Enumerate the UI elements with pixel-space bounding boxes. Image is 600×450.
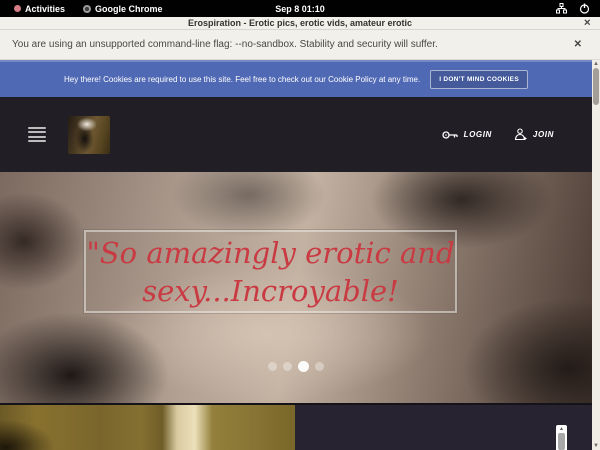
carousel-dot[interactable] — [283, 362, 292, 371]
carousel-dot[interactable] — [315, 362, 324, 371]
thumbnail-image[interactable] — [0, 405, 295, 450]
join-label: JOIN — [533, 130, 554, 139]
scrollbar-down-icon[interactable]: ▼ — [592, 442, 600, 450]
site-logo[interactable] — [68, 116, 110, 154]
menu-icon[interactable] — [28, 127, 46, 142]
webpage: Hey there! Cookies are required to use t… — [0, 60, 592, 450]
infobar-close-button[interactable]: ✕ — [574, 40, 582, 50]
site-header: LOGIN JOIN — [0, 97, 592, 172]
window-title-bar: Erospiration - Erotic pics, erotic vids,… — [0, 17, 600, 30]
carousel-dot[interactable] — [298, 361, 309, 372]
embedded-scrollbar-thumb[interactable] — [558, 433, 565, 450]
cookie-banner: Hey there! Cookies are required to use t… — [0, 60, 592, 97]
add-user-icon — [514, 128, 527, 141]
cookie-message: Hey there! Cookies are required to use t… — [64, 75, 420, 84]
system-top-bar: Sep 8 01:10 Activities Google Chrome — [0, 0, 600, 17]
hero-carousel[interactable]: "So amazingly erotic and sexy...Incroyab… — [0, 172, 592, 403]
page-scrollbar[interactable]: ▲ ▼ — [592, 60, 600, 450]
browser-viewport: Hey there! Cookies are required to use t… — [0, 60, 600, 450]
hero-quote-line2: sexy...Incroyable! — [142, 272, 399, 310]
desktop-screen: Sep 8 01:10 Activities Google Chrome Ero… — [0, 0, 600, 450]
below-hero-section: ▲ — [0, 403, 592, 450]
key-icon — [442, 130, 458, 140]
hero-quote-box: "So amazingly erotic and sexy...Incroyab… — [84, 230, 457, 313]
login-button[interactable]: LOGIN — [442, 130, 492, 140]
carousel-dot[interactable] — [268, 362, 277, 371]
scrollbar-thumb[interactable] — [593, 68, 599, 105]
cookie-accept-button[interactable]: I DON'T MIND COOKIES — [430, 70, 528, 89]
chrome-icon — [83, 5, 91, 13]
carousel-dots — [0, 361, 592, 372]
login-label: LOGIN — [464, 130, 492, 139]
join-button[interactable]: JOIN — [514, 128, 554, 141]
scrollbar-up-icon[interactable]: ▲ — [592, 60, 600, 68]
chrome-infobar: You are using an unsupported command-lin… — [0, 30, 600, 60]
hero-quote-line1: "So amazingly erotic and — [86, 234, 454, 272]
power-icon[interactable] — [579, 3, 590, 14]
window-title: Erospiration - Erotic pics, erotic vids,… — [188, 18, 412, 28]
window-close-button[interactable]: ✕ — [583, 19, 591, 28]
infobar-message: You are using an unsupported command-lin… — [12, 39, 438, 50]
embedded-scrollbar-up-icon[interactable]: ▲ — [559, 425, 564, 433]
embedded-scrollbar[interactable]: ▲ — [556, 425, 567, 450]
network-icon[interactable] — [556, 3, 567, 14]
